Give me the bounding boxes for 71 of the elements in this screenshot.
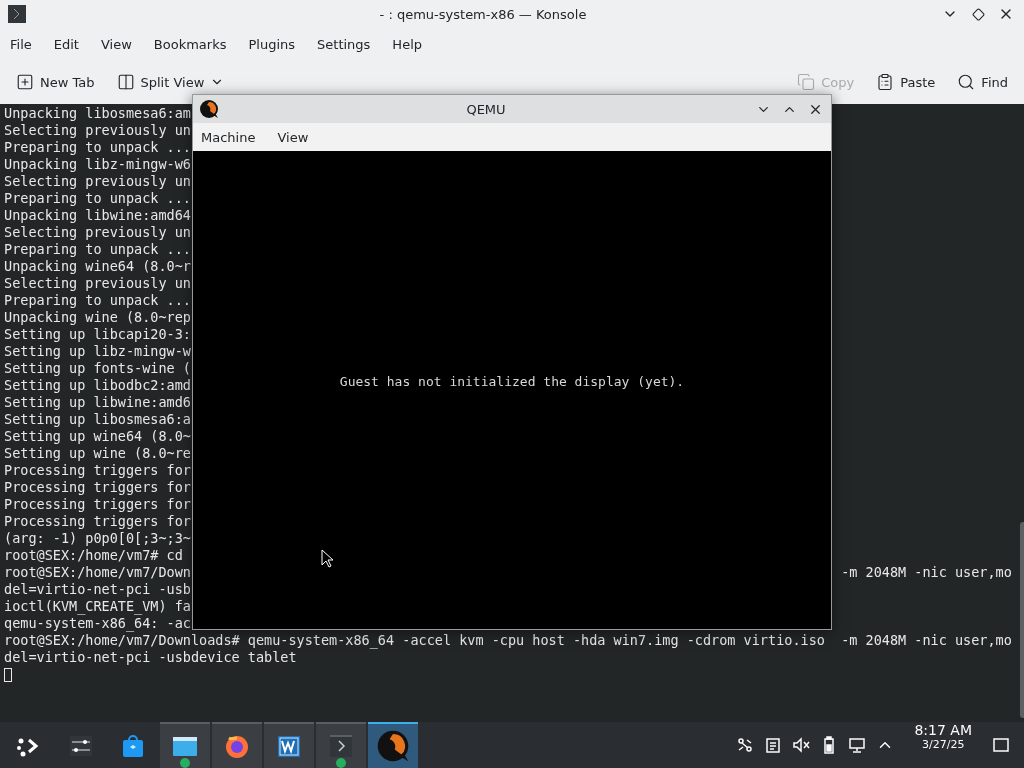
menu-item[interactable]: Bookmarks bbox=[147, 36, 239, 52]
terminal-line: Setting up wine (8.0~re bbox=[4, 445, 191, 462]
diamond-icon bbox=[971, 7, 985, 21]
split-view-icon bbox=[116, 73, 135, 91]
toolbar-button[interactable]: Split View bbox=[108, 69, 233, 95]
terminal-line: Preparing to unpack ... bbox=[4, 241, 191, 258]
terminal-line: Processing triggers for bbox=[4, 479, 191, 496]
terminal-app-icon bbox=[8, 5, 26, 23]
terminal-line: ioctl(KVM_CREATE_VM) fa bbox=[4, 598, 191, 615]
terminal-line: Setting up libcapi20-3: bbox=[4, 326, 191, 343]
speaker-muted-icon[interactable] bbox=[792, 736, 811, 754]
terminal-line: Selecting previously un bbox=[4, 275, 191, 292]
terminal-line: Selecting previously un bbox=[4, 224, 191, 241]
terminal-line: -m 2048M -nic user,mo bbox=[841, 564, 1012, 581]
toolbar-button[interactable]: New Tab bbox=[8, 69, 103, 95]
terminal-icon bbox=[327, 732, 355, 760]
terminal-line: Setting up wine64 (8.0~ bbox=[4, 428, 191, 445]
network-share-icon[interactable] bbox=[736, 736, 755, 754]
terminal-line: Selecting previously un bbox=[4, 122, 191, 139]
window-title: QEMU bbox=[465, 101, 507, 117]
terminal-line: Selecting previously un bbox=[4, 173, 191, 190]
terminal-line: del=virtio-net-pci -usb bbox=[4, 581, 191, 598]
mouse-pointer-icon bbox=[321, 549, 333, 568]
show-desktop-icon[interactable] bbox=[992, 736, 1010, 754]
menu-item[interactable]: Settings bbox=[311, 36, 383, 52]
terminal-line: Setting up libwine:amd6 bbox=[4, 394, 191, 411]
terminal-line: Unpacking wine (8.0~rep bbox=[4, 309, 191, 326]
qemu-logo-icon bbox=[376, 729, 410, 763]
terminal-line: Unpacking libosmesa6:am bbox=[4, 105, 191, 122]
terminal-line: root@SEX:/home/vm7# cd bbox=[4, 547, 183, 564]
copy-icon bbox=[797, 73, 816, 91]
toolbar-button[interactable]: Find bbox=[949, 69, 1016, 95]
terminal-line: Preparing to unpack ... bbox=[4, 139, 191, 156]
display-message: Guest has not initialized the display (yet). bbox=[339, 373, 685, 389]
terminal-line: qemu-system-x86_64: -ac bbox=[4, 615, 191, 632]
terminal-line: root@SEX:/home/vm7/Down bbox=[4, 564, 191, 581]
clipboard-icon[interactable] bbox=[764, 736, 783, 754]
terminal-line: Preparing to unpack ... bbox=[4, 292, 191, 309]
menu-item[interactable]: Help bbox=[386, 36, 434, 52]
network-icon[interactable] bbox=[848, 736, 867, 754]
terminal-line: Setting up libosmesa6:a bbox=[4, 411, 191, 428]
menu-item[interactable]: Plugins bbox=[242, 36, 308, 52]
terminal-line: root@SEX:/home/vm7/Downloads# qemu-system-x86_64 -accel kvm -cpu host -hda win7.img -cdrom virtio.iso -m 2048M -nic user,mo bbox=[4, 632, 1012, 649]
terminal-line: Setting up fonts-wine ( bbox=[4, 360, 191, 377]
menu-item[interactable]: Edit bbox=[47, 36, 91, 52]
window-title: - : qemu-system-x86 — Konsole bbox=[378, 6, 588, 22]
menu-item[interactable]: View bbox=[271, 129, 321, 145]
clipboard-icon bbox=[876, 73, 895, 91]
taskbar-item[interactable] bbox=[368, 722, 418, 768]
terminal-line: Setting up libz-mingw-w bbox=[4, 343, 191, 360]
taskbar-item[interactable] bbox=[160, 722, 210, 768]
terminal-line: Unpacking libwine:amd64 bbox=[4, 207, 191, 224]
menu-item[interactable]: File bbox=[4, 36, 44, 52]
menu-item[interactable]: Machine bbox=[195, 129, 268, 145]
terminal-line: Unpacking wine64 (8.0~r bbox=[4, 258, 191, 275]
terminal-line: Setting up libodbc2:amd bbox=[4, 377, 191, 394]
new-tab-icon bbox=[16, 73, 34, 91]
terminal-line: (arg: -1) p0p0[0[;3~;3~ bbox=[4, 530, 191, 547]
terminal-line: Unpacking libz-mingw-w6 bbox=[4, 156, 191, 173]
clock[interactable]: 8:17 AM 3/27/25 bbox=[906, 722, 980, 768]
scrollbar-thumb[interactable] bbox=[1019, 522, 1024, 718]
taskbar-item[interactable] bbox=[264, 722, 314, 768]
search-icon bbox=[957, 73, 976, 91]
qemu-logo-icon bbox=[199, 99, 219, 119]
menu-item[interactable]: View bbox=[94, 36, 144, 52]
terminal-line: Processing triggers for bbox=[4, 513, 191, 530]
toolbar-button[interactable]: Paste bbox=[868, 69, 944, 95]
terminal-line: Processing triggers for bbox=[4, 496, 191, 513]
terminal-line: Preparing to unpack ... bbox=[4, 190, 191, 207]
terminal-line: Processing triggers for bbox=[4, 462, 191, 479]
terminal-line: del=virtio-net-pci -usbdevice tablet bbox=[4, 649, 297, 666]
